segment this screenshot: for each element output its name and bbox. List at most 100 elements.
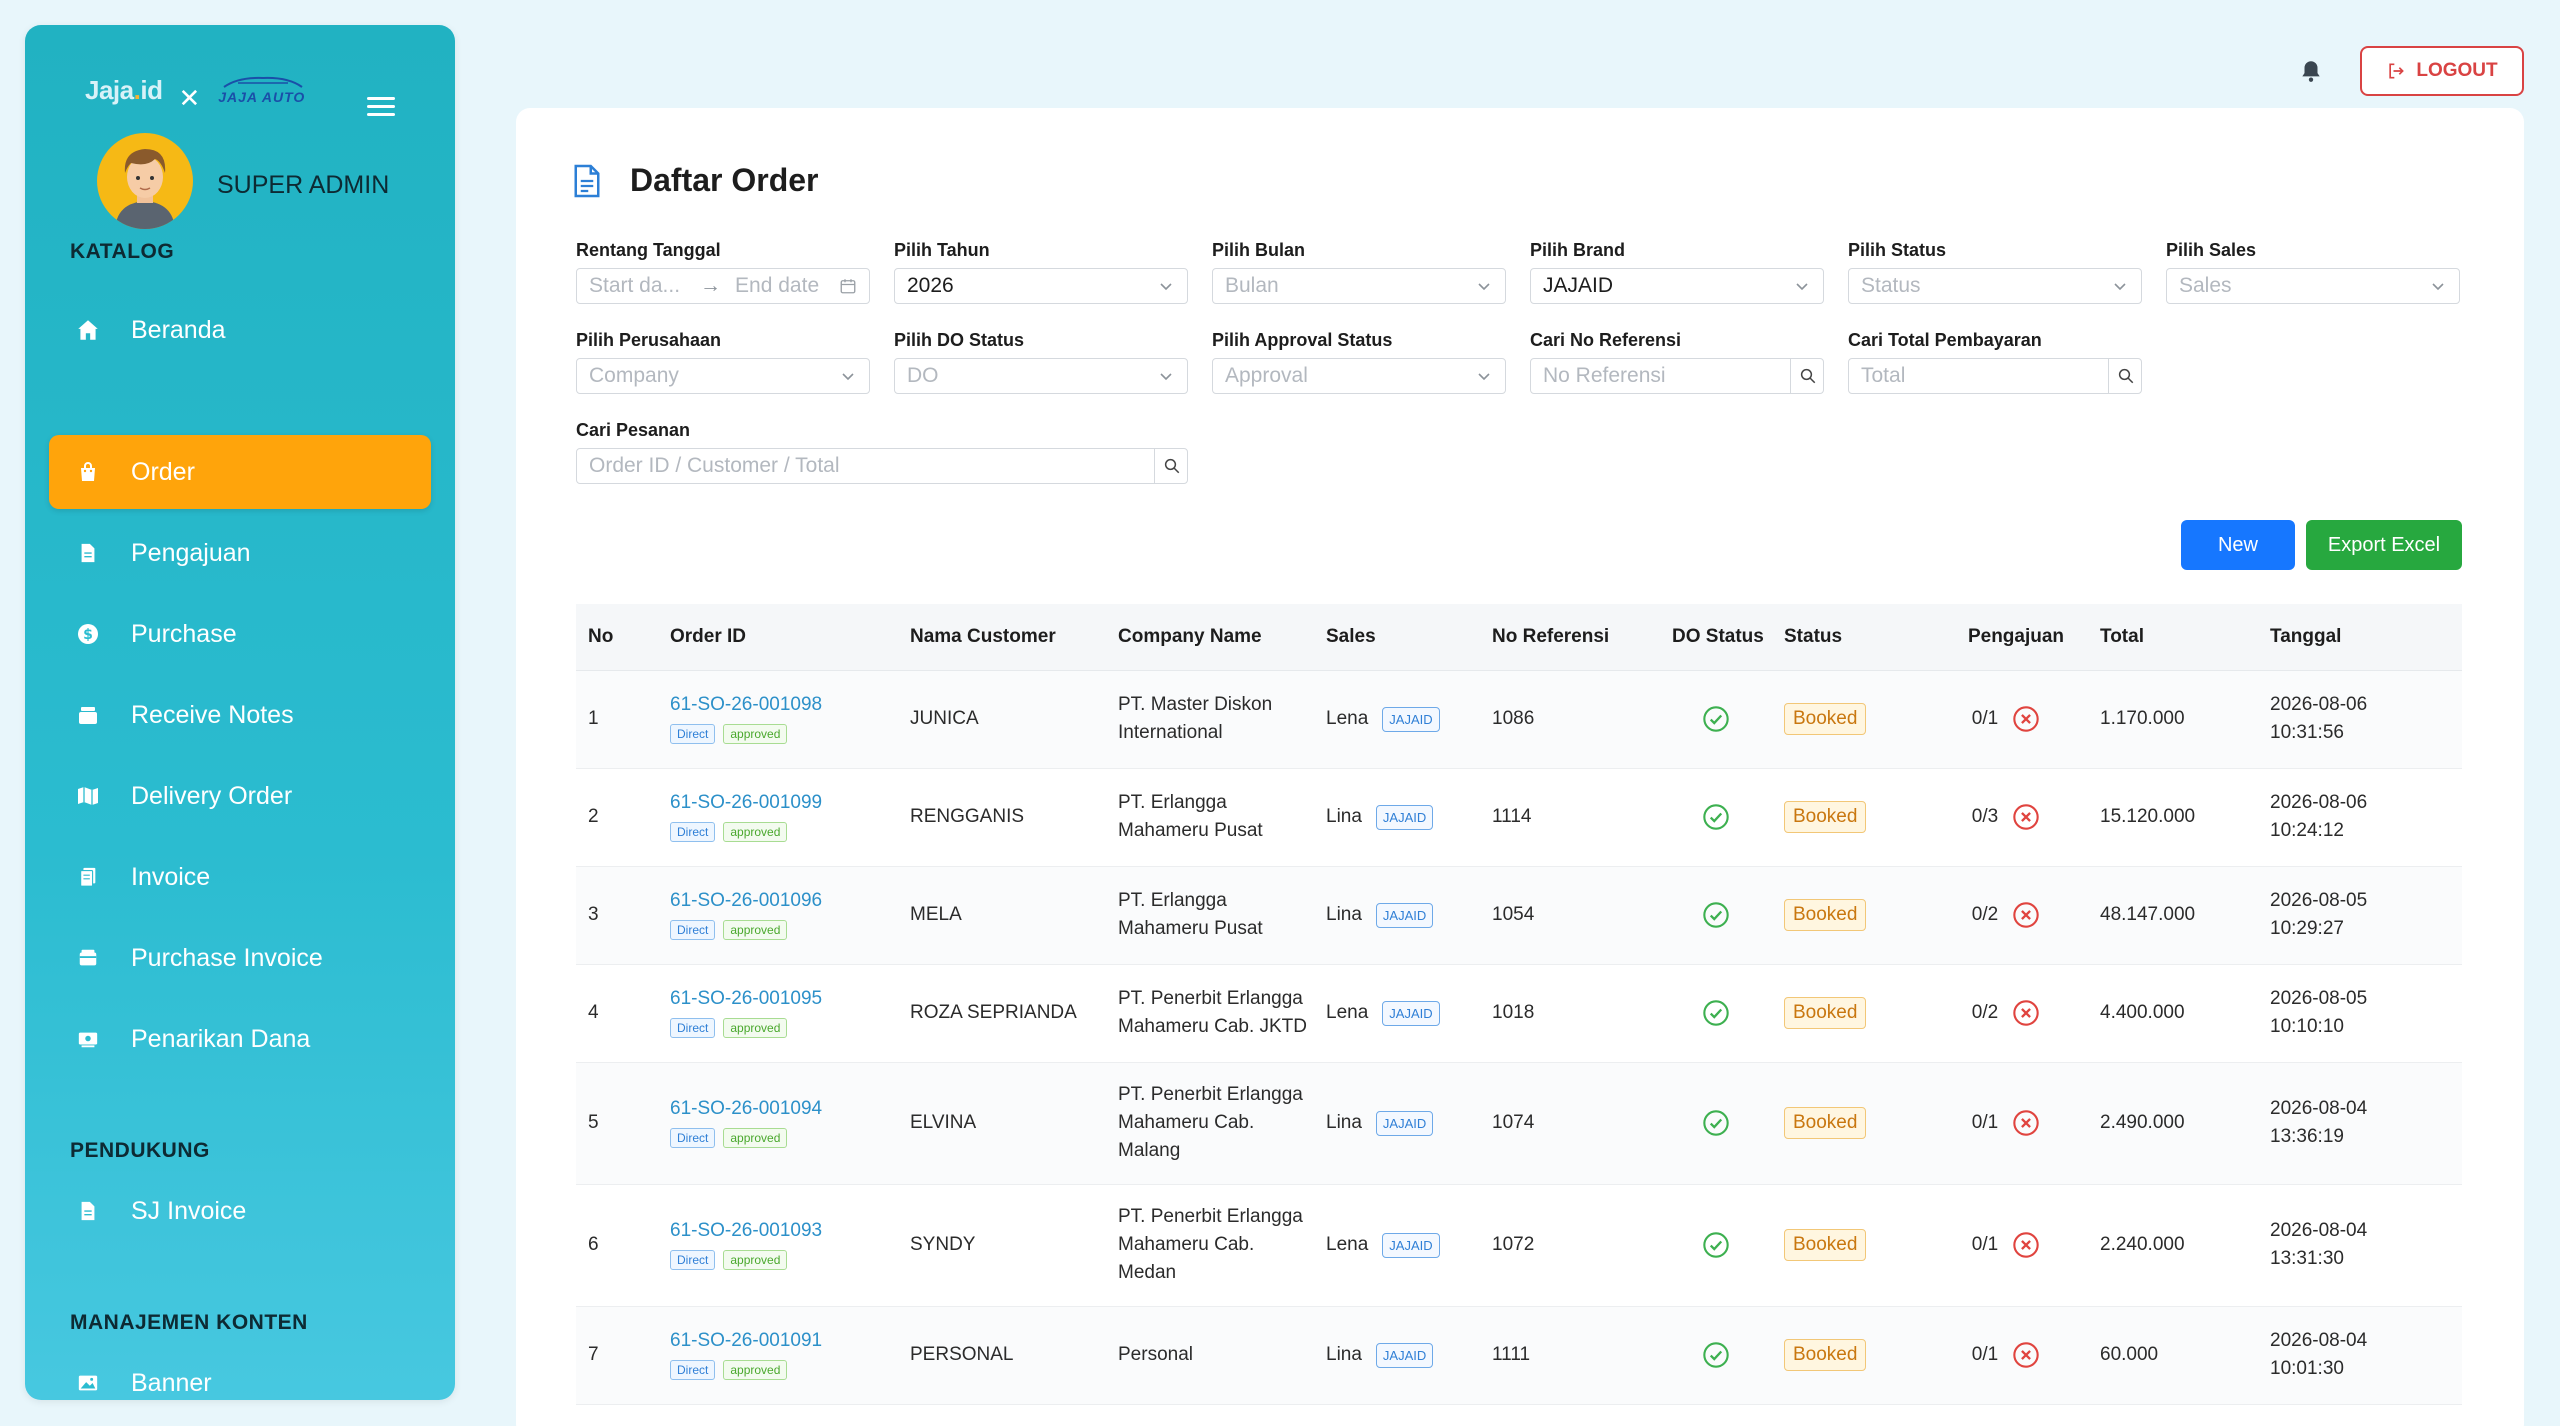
order-id-link[interactable]: 61-SO-26-001099 [670,792,898,814]
nav-purchase-invoice[interactable]: Purchase Invoice [49,921,431,995]
col-nama-customer[interactable]: Nama Customer [898,604,1106,671]
cell-tanggal: 2026-08-05 10:29:27 [2258,866,2462,965]
direct-tag: Direct [670,1018,716,1038]
nav-invoice[interactable]: Invoice [49,840,431,914]
order-id-link[interactable]: 61-SO-26-001091 [670,1330,898,1352]
table-row[interactable]: 3 61-SO-26-001096 Direct approved MELA PT… [576,866,2462,965]
x-circle-icon[interactable] [2012,803,2040,831]
date-value: 2026-08-04 [2270,1098,2368,1119]
perusahaan-placeholder: Company [589,364,679,387]
cell-company: PT. Erlangga Mahameru Pusat [1106,768,1314,867]
x-circle-icon[interactable] [2012,1341,2040,1369]
cell-customer: SYNDY [898,1184,1106,1307]
cell-tanggal: 2026-08-06 10:24:12 [2258,768,2462,867]
col-pengajuan[interactable]: Pengajuan [1944,604,2088,671]
bulan-select[interactable]: Bulan [1212,268,1506,304]
export-excel-button[interactable]: Export Excel [2306,520,2462,570]
menu-toggle-icon[interactable] [367,97,395,117]
date-range-picker[interactable]: Start da... → End date [576,268,870,304]
order-id-link[interactable]: 61-SO-26-001093 [670,1220,898,1242]
col-company-name[interactable]: Company Name [1106,604,1314,671]
table-row[interactable]: 6 61-SO-26-001093 Direct approved SYNDY P… [576,1184,2462,1307]
order-id-link[interactable]: 61-SO-26-001098 [670,694,898,716]
section-manajemen-konten: MANAJEMEN KONTEN [70,1311,308,1334]
time-value: 13:36:19 [2270,1126,2344,1147]
end-date-input[interactable]: End date [735,274,819,298]
ref-search-button[interactable] [1790,357,1824,394]
nav-pengajuan[interactable]: Pengajuan [49,516,431,590]
col-total[interactable]: Total [2088,604,2258,671]
order-id-link[interactable]: 61-SO-26-001095 [670,988,898,1010]
x-circle-icon[interactable] [2012,1231,2040,1259]
nav-delivery-order[interactable]: Delivery Order [49,759,431,833]
ref-search-input[interactable]: No Referensi [1530,357,1824,394]
x-circle-icon[interactable] [2012,705,2040,733]
table-row[interactable]: 2 61-SO-26-001099 Direct approved RENGGAN… [576,768,2462,867]
tahun-value: 2026 [907,274,954,297]
total-placeholder: Total [1861,364,1906,387]
tahun-select[interactable]: 2026 [894,268,1188,304]
nav-banner[interactable]: Banner [49,1346,431,1400]
cell-status: Booked [1772,964,1944,1063]
nav-receive-notes[interactable]: Receive Notes [49,678,431,752]
col-sales[interactable]: Sales [1314,604,1480,671]
nav-order[interactable]: Order [49,435,431,509]
order-id-link[interactable]: 61-SO-26-001094 [670,1098,898,1120]
sales-select[interactable]: Sales [2166,268,2460,304]
x-circle-icon[interactable] [2012,999,2040,1027]
cell-ref: 1114 [1480,768,1660,867]
cell-customer: PERSONAL [898,1306,1106,1405]
sales-placeholder: Sales [2179,274,2232,297]
nav-penarikan-dana[interactable]: Penarikan Dana [49,1002,431,1076]
start-date-input[interactable]: Start da... [589,274,680,298]
new-button[interactable]: New [2181,520,2295,570]
nav-label: Delivery Order [131,781,293,810]
brand-select[interactable]: JAJAID [1530,268,1824,304]
page-header: Daftar Order [572,162,819,199]
col-status[interactable]: Status [1772,604,1944,671]
do-status-select[interactable]: DO [894,358,1188,394]
logout-button[interactable]: LOGOUT [2360,46,2524,96]
order-id-link[interactable]: 61-SO-26-001096 [670,890,898,912]
nav-label: Purchase Invoice [131,943,323,972]
total-search-input[interactable]: Total [1848,357,2142,394]
nav-sj-invoice[interactable]: SJ Invoice [49,1174,431,1248]
bell-icon[interactable] [2298,58,2324,84]
cell-customer: MELA [898,866,1106,965]
x-circle-icon[interactable] [2012,1109,2040,1137]
status-badge: Booked [1784,997,1867,1029]
x-circle-icon[interactable] [2012,901,2040,929]
cell-sales: Lena JAJAID [1314,964,1480,1063]
pesanan-search-button[interactable] [1154,447,1188,484]
total-search-button[interactable] [2108,357,2142,394]
nav-purchase[interactable]: $ Purchase [49,597,431,671]
table-row[interactable]: 1 61-SO-26-001098 Direct approved JUNICA … [576,670,2462,769]
table-row[interactable]: 5 61-SO-26-001094 Direct approved ELVINA … [576,1062,2462,1185]
pesanan-search-input[interactable]: Order ID / Customer / Total [576,447,1188,484]
col-order-id[interactable]: Order ID [658,604,898,671]
col-tanggal[interactable]: Tanggal [2258,604,2462,671]
cell-no: 3 [576,866,658,965]
cell-do-status [1660,964,1772,1063]
status-select[interactable]: Status [1848,268,2142,304]
date-value: 2026-08-06 [2270,694,2368,715]
table-row[interactable]: 4 61-SO-26-001095 Direct approved ROZA SE… [576,964,2462,1063]
cell-no: 4 [576,964,658,1063]
col-do-status[interactable]: DO Status [1660,604,1772,671]
approved-tag: approved [723,1128,788,1148]
brand-logo[interactable]: Jaja.id ✕ JAJA AUTO [85,65,308,115]
table-row[interactable]: 7 61-SO-26-001091 Direct approved PERSONA… [576,1306,2462,1405]
col-no[interactable]: No [576,604,658,671]
brand-tag: JAJAID [1375,902,1434,928]
date-value: 2026-08-06 [2270,792,2368,813]
perusahaan-select[interactable]: Company [576,358,870,394]
cell-order-id: 61-SO-26-001099 Direct approved [658,768,898,867]
nav-beranda[interactable]: Beranda [49,293,431,367]
cell-tanggal: 2026-08-04 13:31:30 [2258,1184,2462,1307]
cell-company: PT. Master Diskon International [1106,670,1314,769]
approval-select[interactable]: Approval [1212,358,1506,394]
nav-label: Banner [131,1368,212,1397]
nav-label: Receive Notes [131,700,294,729]
sidebar: Jaja.id ✕ JAJA AUTO SUPER ADMIN Beranda … [25,25,455,1400]
col-no-referensi[interactable]: No Referensi [1480,604,1660,671]
